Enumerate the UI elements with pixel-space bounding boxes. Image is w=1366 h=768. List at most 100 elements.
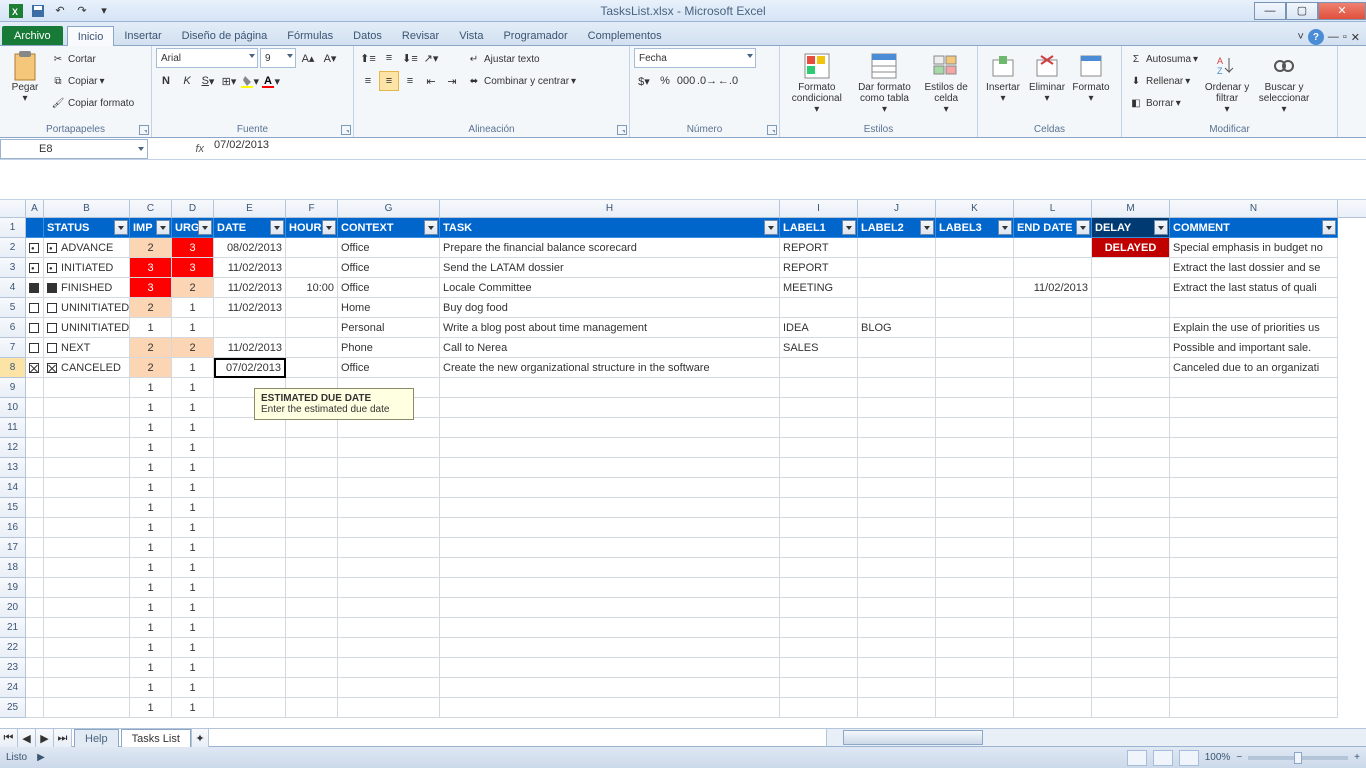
- cell[interactable]: Special emphasis in budget no: [1170, 238, 1338, 258]
- cell[interactable]: [26, 598, 44, 618]
- col-header-K[interactable]: K: [936, 200, 1014, 217]
- cell[interactable]: [26, 418, 44, 438]
- name-box[interactable]: E8: [0, 139, 148, 159]
- cell[interactable]: [1014, 438, 1092, 458]
- cell[interactable]: [1170, 378, 1338, 398]
- format-painter-button[interactable]: 🖌Copiar formato: [48, 92, 136, 114]
- cell[interactable]: Office: [338, 358, 440, 378]
- cell[interactable]: [780, 638, 858, 658]
- cell[interactable]: 1: [130, 398, 172, 418]
- cell[interactable]: [44, 658, 130, 678]
- cell[interactable]: [26, 438, 44, 458]
- cell[interactable]: [440, 458, 780, 478]
- cell[interactable]: [286, 598, 338, 618]
- cell[interactable]: NEXT: [44, 338, 130, 358]
- cell[interactable]: [44, 418, 130, 438]
- row-header[interactable]: 2: [0, 238, 26, 258]
- cell[interactable]: [26, 658, 44, 678]
- format-table-button[interactable]: Dar formato como tabla▾: [852, 48, 918, 117]
- cell[interactable]: [286, 238, 338, 258]
- cell[interactable]: [1092, 298, 1170, 318]
- cell[interactable]: [936, 638, 1014, 658]
- cell[interactable]: BLOG: [858, 318, 936, 338]
- cell[interactable]: 1: [172, 598, 214, 618]
- cell[interactable]: [26, 498, 44, 518]
- cell[interactable]: 2: [172, 338, 214, 358]
- copy-button[interactable]: ⧉Copiar ▾: [48, 70, 136, 92]
- col-header-A[interactable]: A: [26, 200, 44, 217]
- cell[interactable]: [936, 418, 1014, 438]
- zoom-out-icon[interactable]: −: [1236, 752, 1242, 763]
- cell[interactable]: [440, 478, 780, 498]
- cell[interactable]: [440, 598, 780, 618]
- underline-button[interactable]: S ▾: [198, 71, 218, 91]
- table-header-cell[interactable]: END DATE: [1014, 218, 1092, 238]
- cell[interactable]: [1170, 578, 1338, 598]
- cell[interactable]: 2: [130, 358, 172, 378]
- ribbon-tab-vista[interactable]: Vista: [449, 26, 493, 45]
- cell[interactable]: [286, 478, 338, 498]
- table-header-cell[interactable]: TASK: [440, 218, 780, 238]
- cell[interactable]: 3: [130, 258, 172, 278]
- row-header[interactable]: 6: [0, 318, 26, 338]
- cell-styles-button[interactable]: Estilos de celda▾: [919, 48, 973, 117]
- filter-dropdown-icon[interactable]: [1322, 220, 1336, 235]
- format-cells-button[interactable]: Formato▾: [1070, 48, 1112, 106]
- cell[interactable]: [858, 418, 936, 438]
- zoom-in-icon[interactable]: +: [1354, 752, 1360, 763]
- table-header-cell[interactable]: [26, 218, 44, 238]
- cell[interactable]: [1014, 698, 1092, 718]
- cell[interactable]: 3: [172, 238, 214, 258]
- cell[interactable]: [1092, 498, 1170, 518]
- cell[interactable]: [780, 478, 858, 498]
- cell[interactable]: [44, 678, 130, 698]
- cell[interactable]: [1170, 558, 1338, 578]
- table-header-cell[interactable]: HOUR: [286, 218, 338, 238]
- cell[interactable]: Personal: [338, 318, 440, 338]
- close-button[interactable]: ✕: [1318, 2, 1366, 20]
- row-header[interactable]: 3: [0, 258, 26, 278]
- cell[interactable]: 1: [172, 538, 214, 558]
- cell[interactable]: [1170, 458, 1338, 478]
- row-header[interactable]: 21: [0, 618, 26, 638]
- cell[interactable]: 1: [130, 378, 172, 398]
- cell[interactable]: [214, 658, 286, 678]
- cell[interactable]: Office: [338, 278, 440, 298]
- merge-center-button[interactable]: ⬌Combinar y centrar ▾: [464, 70, 578, 92]
- cell[interactable]: [26, 558, 44, 578]
- insert-cells-button[interactable]: Insertar▾: [982, 48, 1024, 106]
- cell[interactable]: [214, 678, 286, 698]
- cell[interactable]: [26, 358, 44, 378]
- cell[interactable]: 1: [172, 678, 214, 698]
- cell[interactable]: [440, 518, 780, 538]
- formula-input[interactable]: 07/02/2013: [208, 139, 1366, 159]
- cell[interactable]: [1170, 598, 1338, 618]
- cell[interactable]: [1170, 618, 1338, 638]
- cell[interactable]: 11/02/2013: [214, 258, 286, 278]
- cell[interactable]: [1092, 598, 1170, 618]
- cell[interactable]: [286, 458, 338, 478]
- cell[interactable]: INITIATED: [44, 258, 130, 278]
- cell[interactable]: [338, 618, 440, 638]
- cell[interactable]: 2: [130, 298, 172, 318]
- window-min-icon[interactable]: —: [1328, 31, 1339, 43]
- cell[interactable]: 1: [130, 438, 172, 458]
- row-header[interactable]: 1: [0, 218, 26, 238]
- cell[interactable]: [286, 358, 338, 378]
- cell[interactable]: [44, 578, 130, 598]
- cell[interactable]: [26, 318, 44, 338]
- align-top-icon[interactable]: ⬆≡: [358, 48, 378, 68]
- cell[interactable]: [1092, 678, 1170, 698]
- cell[interactable]: [1170, 518, 1338, 538]
- sheet-tab-help[interactable]: Help: [74, 729, 119, 747]
- window-close-icon[interactable]: ✕: [1351, 31, 1360, 44]
- cell[interactable]: [1092, 398, 1170, 418]
- font-color-button[interactable]: A▾: [261, 71, 281, 91]
- cell[interactable]: [1092, 438, 1170, 458]
- cell[interactable]: [214, 478, 286, 498]
- cell[interactable]: 11/02/2013: [214, 298, 286, 318]
- cell[interactable]: 1: [130, 598, 172, 618]
- cell[interactable]: [1014, 518, 1092, 538]
- cell[interactable]: 3: [172, 258, 214, 278]
- cell[interactable]: Canceled due to an organizati: [1170, 358, 1338, 378]
